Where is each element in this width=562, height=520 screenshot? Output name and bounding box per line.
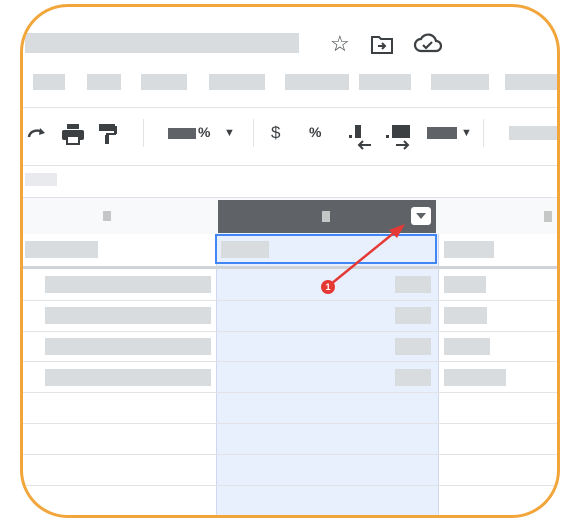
menu-item-file[interactable] bbox=[33, 74, 65, 90]
column-filter-dropdown-icon[interactable] bbox=[410, 206, 432, 226]
zoom-percent-sign: % bbox=[198, 124, 211, 140]
cloud-saved-icon[interactable] bbox=[413, 31, 443, 55]
font-selector[interactable] bbox=[509, 126, 557, 140]
zoom-value[interactable] bbox=[168, 128, 196, 139]
menu-item-extensions[interactable] bbox=[505, 74, 557, 90]
annotation-step-badge: 1 bbox=[321, 280, 335, 294]
cell-extra[interactable] bbox=[444, 369, 506, 386]
annotation-step-number: 1 bbox=[325, 282, 331, 292]
cell-extra[interactable] bbox=[444, 307, 487, 324]
cell-name[interactable] bbox=[45, 276, 211, 293]
frozen-row-divider bbox=[23, 266, 557, 269]
name-box[interactable] bbox=[25, 173, 57, 186]
format-percent-button[interactable]: % bbox=[309, 124, 321, 140]
menu-item-data[interactable] bbox=[359, 74, 411, 90]
cell-c1[interactable] bbox=[444, 241, 494, 258]
menu-item-edit[interactable] bbox=[87, 74, 121, 90]
column-header-right[interactable] bbox=[544, 211, 552, 222]
cell-name[interactable] bbox=[45, 307, 211, 324]
menu-item-insert[interactable] bbox=[209, 74, 265, 90]
menu-item-tools[interactable] bbox=[431, 74, 489, 90]
cell-a1[interactable] bbox=[25, 241, 98, 258]
cell-name[interactable] bbox=[45, 369, 211, 386]
print-icon[interactable] bbox=[61, 123, 85, 145]
menu-item-view[interactable] bbox=[141, 74, 187, 90]
document-title[interactable] bbox=[25, 33, 299, 53]
star-icon[interactable]: ☆ bbox=[330, 31, 350, 57]
zoom-dropdown-icon[interactable]: ▼ bbox=[224, 127, 235, 139]
cell-value[interactable] bbox=[395, 338, 431, 355]
move-to-folder-icon[interactable] bbox=[370, 33, 394, 55]
more-formats-dropdown-icon[interactable]: ▼ bbox=[461, 127, 472, 139]
redo-icon[interactable] bbox=[27, 125, 49, 141]
decrease-decimal-icon[interactable] bbox=[347, 121, 375, 151]
paint-format-icon[interactable] bbox=[98, 123, 118, 145]
column-header-left[interactable] bbox=[103, 211, 111, 221]
more-formats-button[interactable] bbox=[427, 127, 457, 139]
menu-item-format[interactable] bbox=[285, 74, 349, 90]
cell-extra[interactable] bbox=[444, 338, 490, 355]
cell-extra[interactable] bbox=[444, 276, 486, 293]
format-currency-button[interactable]: $ bbox=[271, 123, 280, 143]
increase-decimal-icon[interactable] bbox=[384, 121, 414, 151]
screenshot-frame: ☆ % ▼ $ % ▼ 1 bbox=[20, 4, 560, 518]
annotation-arrow bbox=[330, 224, 405, 285]
cell-value[interactable] bbox=[395, 369, 431, 386]
cell-name[interactable] bbox=[45, 338, 211, 355]
active-cell-value bbox=[221, 241, 269, 258]
cell-value[interactable] bbox=[395, 307, 431, 324]
